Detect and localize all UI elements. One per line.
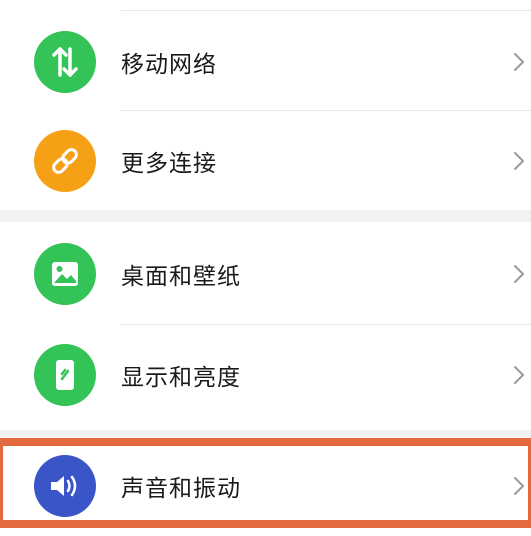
divider [121, 10, 531, 11]
settings-item-more-connections[interactable]: 更多连接 [0, 111, 531, 211]
settings-item-sound-vibration[interactable]: 声音和振动 [0, 436, 531, 536]
settings-item-display-brightness[interactable]: 显示和亮度 [0, 325, 531, 425]
link-icon [34, 130, 96, 192]
display-brightness-icon [34, 344, 96, 406]
chevron-right-icon [514, 265, 524, 283]
settings-item-desktop-wallpaper[interactable]: 桌面和壁纸 [0, 224, 531, 324]
chevron-right-icon [514, 366, 524, 384]
mobile-data-icon [34, 31, 96, 93]
settings-item-label: 桌面和壁纸 [121, 264, 241, 290]
settings-item-mobile-network[interactable]: 移动网络 [0, 12, 531, 112]
chevron-right-icon [514, 152, 524, 170]
settings-item-label: 更多连接 [121, 151, 217, 177]
settings-screen: 移动网络 更多连接 桌面和壁纸 显示和亮度 声音和振动 [0, 0, 531, 536]
wallpaper-icon [34, 243, 96, 305]
settings-group-sound: 声音和振动 [0, 442, 531, 536]
settings-item-label: 显示和亮度 [121, 365, 241, 391]
settings-item-label: 移动网络 [121, 52, 217, 78]
settings-item-label: 声音和振动 [121, 476, 241, 502]
chevron-right-icon [514, 53, 524, 71]
settings-group-display: 桌面和壁纸 显示和亮度 [0, 222, 531, 430]
speaker-icon [34, 455, 96, 517]
settings-group-network: 移动网络 更多连接 [0, 0, 531, 210]
chevron-right-icon [514, 477, 524, 495]
